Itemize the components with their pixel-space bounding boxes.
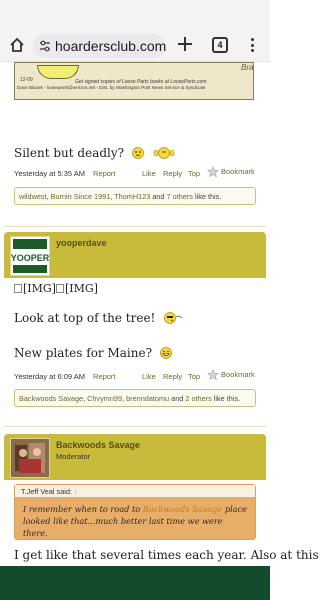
quote-author[interactable]: T.Jeff Veal said:	[21, 487, 72, 496]
confused-smiley-icon	[132, 147, 144, 159]
liker-link[interactable]: ThomH123	[114, 192, 150, 201]
photo-avatar-icon	[11, 439, 49, 477]
top-link[interactable]: Top	[188, 372, 200, 381]
post-divider	[4, 426, 266, 427]
bottom-banner	[0, 566, 270, 600]
comic-number: 12-09	[20, 77, 33, 83]
image-placeholder: [IMG]	[64, 282, 98, 295]
like-link[interactable]: Like	[142, 169, 156, 178]
post-text: Look at top of the tree!	[14, 311, 156, 325]
post-header: Backwoods Savage Moderator	[4, 434, 266, 480]
comic-drawing	[37, 65, 79, 79]
others-link[interactable]: 2 others	[185, 394, 211, 403]
user-role: Moderator	[56, 452, 91, 461]
post-body: I get like that several times each year.…	[14, 548, 319, 562]
top-link[interactable]: Top	[188, 169, 200, 178]
like-link[interactable]: Like	[142, 372, 156, 381]
post-meta: Yesterday at 6:09 AM Report Like Reply T…	[14, 369, 256, 384]
liker-link[interactable]: Chvymn99	[87, 394, 122, 403]
reply-link[interactable]: Reply	[163, 372, 182, 381]
new-tab-icon[interactable]	[176, 35, 194, 53]
broken-image-icon	[55, 284, 64, 293]
post-timestamp[interactable]: Yesterday at 6:09 AM	[14, 372, 85, 381]
post-body: New plates for Maine?	[14, 346, 174, 360]
comic-caption-2: Dave Blazek - looseparts@verizon.net - D…	[17, 85, 206, 90]
holding-nose-smiley-icon	[153, 147, 175, 159]
post-body: Silent but deadly?	[14, 146, 175, 160]
liker-link[interactable]: brenndatomu	[126, 394, 169, 403]
likes-summary: Backwoods Savage, Chvymn99, brenndatomu …	[14, 389, 256, 407]
post-header: YOOPER yooperdave	[4, 232, 266, 278]
reply-link[interactable]: Reply	[163, 169, 182, 178]
report-link[interactable]: Report	[93, 169, 116, 178]
bookmark-link[interactable]: Bookmark	[221, 370, 255, 379]
quote-arrow-icon[interactable]: ↑	[74, 487, 78, 496]
image-placeholder: [IMG]	[23, 282, 56, 295]
post-text: Silent but deadly?	[14, 146, 125, 160]
broken-image-icon	[14, 284, 22, 293]
browser-toolbar: hoardersclub.com 4	[0, 0, 270, 62]
avatar[interactable]: YOOPER	[10, 236, 50, 276]
post-timestamp[interactable]: Yesterday at 5:35 AM	[14, 169, 85, 178]
bookmark-link[interactable]: Bookmark	[221, 167, 255, 176]
menu-icon[interactable]	[249, 37, 255, 53]
username-link[interactable]: yooperdave	[56, 238, 107, 248]
post-text: I get like that several times each year.…	[14, 548, 319, 562]
avatar-text: YOOPER	[11, 253, 49, 263]
url-text: hoardersclub.com	[55, 38, 167, 54]
broken-images: [IMG] [IMG]	[14, 282, 98, 295]
likes-summary: wildwest, Burnin Since 1991, ThomH123 an…	[14, 187, 256, 205]
tabs-icon[interactable]: 4	[212, 37, 228, 53]
bookmark-star-icon[interactable]	[207, 166, 219, 178]
quote-header[interactable]: T.Jeff Veal said: ↑	[15, 485, 255, 497]
quote-text: I remember when to road to Backwoods Sav…	[23, 504, 248, 538]
grin-smiley-icon	[159, 347, 172, 359]
yooper-avatar-icon: YOOPER	[11, 239, 50, 273]
liker-link[interactable]: wildwest	[19, 192, 47, 201]
username-link[interactable]: Backwoods Savage	[56, 440, 140, 450]
post-meta: Yesterday at 5:35 AM Report Like Reply T…	[14, 166, 256, 181]
post-text: New plates for Maine?	[14, 346, 153, 360]
site-settings-icon[interactable]	[38, 39, 52, 53]
avatar[interactable]	[10, 438, 50, 478]
mention-link[interactable]: Backwoods Savage	[143, 504, 222, 514]
whistle-smiley-icon	[164, 312, 183, 324]
home-icon[interactable]	[9, 37, 25, 53]
liker-link[interactable]: Burnin Since 1991	[51, 192, 111, 201]
comic-signature: Brazen	[241, 63, 254, 72]
others-link[interactable]: 7 others	[167, 192, 193, 201]
quote-block: T.Jeff Veal said: ↑ I remember when to r…	[14, 484, 256, 540]
bookmark-star-icon[interactable]	[207, 369, 219, 381]
post-body: Look at top of the tree!	[14, 311, 184, 325]
address-bar[interactable]: hoardersclub.com	[33, 34, 167, 58]
post-divider	[4, 226, 266, 227]
comic-image: 12-09 Brazen Get signed copies of Loose …	[14, 62, 254, 100]
liker-link[interactable]: Backwoods Savage	[19, 394, 83, 403]
report-link[interactable]: Report	[93, 372, 116, 381]
